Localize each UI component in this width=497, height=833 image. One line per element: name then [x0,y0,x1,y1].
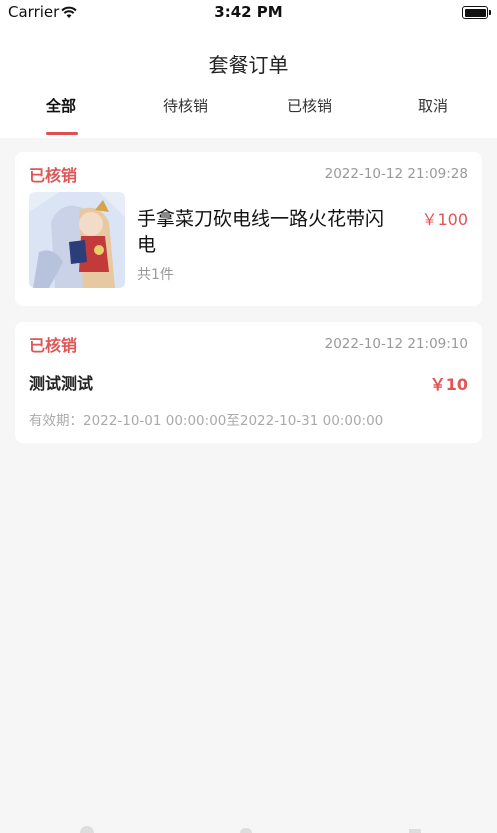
tab-active-indicator [46,132,78,135]
order-price: ￥100 [421,210,468,229]
battery-icon [462,6,491,19]
header-area: Carrier 3:42 PM 套餐订单 全部 待核销 已核销 取消 [0,0,497,138]
order-status: 已核销 [29,166,78,185]
status-time: 3:42 PM [214,3,283,21]
bottom-edge-mark [240,828,252,833]
tab-cancelled[interactable]: 取消 [418,95,448,116]
validity-period: 有效期：2022-10-01 00:00:00至2022-10-31 00:00… [29,413,384,429]
tab-bar: 全部 待核销 已核销 取消 [0,95,497,137]
order-card[interactable]: 已核销 2022-10-12 21:09:28 手拿菜刀砍电线一路火花带闪电 ￥… [15,152,482,306]
tab-pending[interactable]: 待核销 [163,95,208,116]
order-quantity: 共1件 [137,267,174,283]
order-status: 已核销 [29,336,78,355]
page-title: 套餐订单 [208,53,289,77]
status-bar: Carrier 3:42 PM [0,0,497,28]
bottom-edge-mark [80,826,94,833]
tab-all[interactable]: 全部 [46,95,76,116]
order-time: 2022-10-12 21:09:28 [324,166,468,182]
product-thumbnail[interactable] [29,192,125,288]
order-card[interactable]: 已核销 2022-10-12 21:09:10 测试测试 ￥10 有效期：202… [15,322,482,443]
bottom-edge-mark [409,829,421,833]
tab-verified[interactable]: 已核销 [287,95,332,116]
order-price: ￥10 [429,375,468,394]
package-name: 测试测试 [29,374,94,393]
product-name: 手拿菜刀砍电线一路火花带闪电 [137,208,385,256]
order-time: 2022-10-12 21:09:10 [324,336,468,352]
